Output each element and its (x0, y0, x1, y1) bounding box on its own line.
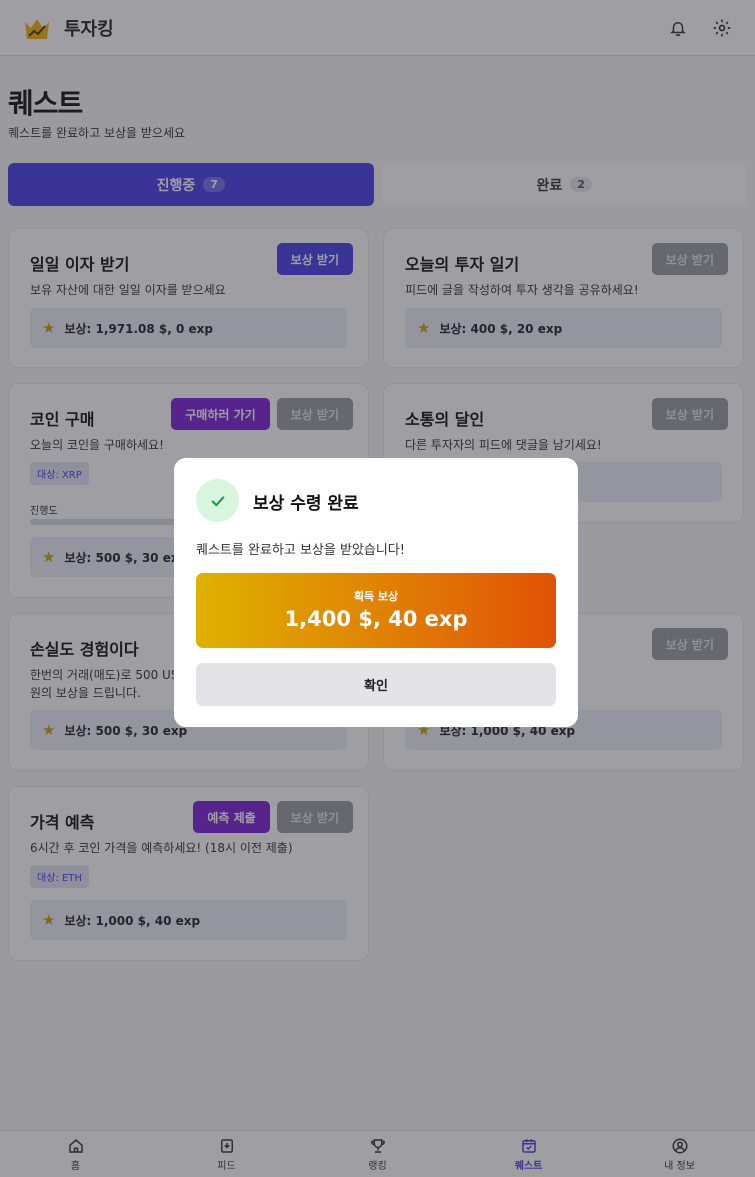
modal-title: 보상 수령 완료 (253, 494, 359, 514)
earned-reward-value: 1,400 $, 40 exp (284, 607, 468, 631)
confirm-button[interactable]: 확인 (196, 663, 556, 706)
earned-reward-box: 획득 보상 1,400 $, 40 exp (196, 573, 556, 648)
earned-reward-label: 획득 보상 (353, 590, 399, 603)
reward-claimed-modal: 보상 수령 완료 퀘스트를 완료하고 보상을 받았습니다! 획득 보상 1,40… (174, 458, 578, 727)
check-circle-icon (196, 479, 239, 522)
modal-message: 퀘스트를 완료하고 보상을 받았습니다! (196, 543, 405, 558)
